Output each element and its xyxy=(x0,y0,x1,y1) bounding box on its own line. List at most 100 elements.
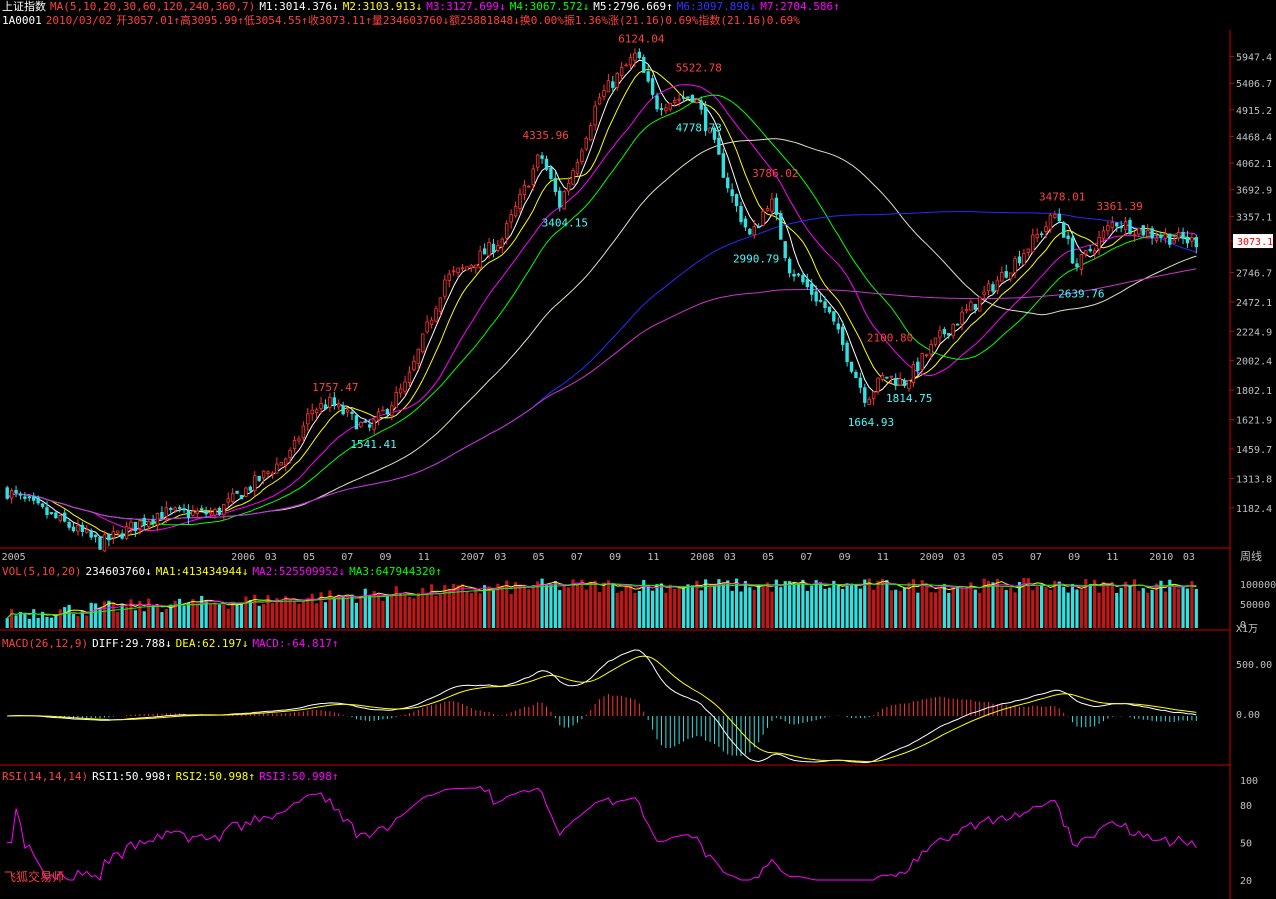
candle-body xyxy=(1154,237,1159,241)
volume-bar xyxy=(491,590,496,628)
volume-bar xyxy=(562,584,566,628)
candle-body xyxy=(257,475,261,481)
rsi-axis-label-3: 20 xyxy=(1240,876,1252,887)
candle-body xyxy=(239,495,244,500)
volume-bar xyxy=(301,599,305,628)
candle-body xyxy=(880,375,885,380)
volume-bar xyxy=(1177,588,1181,628)
rsi-header: RSI(14,14,14) RSI1:50.998↑ RSI2:50.998↑ RSI… xyxy=(2,770,343,783)
volume-bar xyxy=(1168,579,1172,628)
volume-bar xyxy=(394,586,398,628)
candle-body xyxy=(743,218,748,228)
candle-body xyxy=(726,177,730,189)
candle-body xyxy=(531,168,535,185)
volume-bar xyxy=(947,592,951,628)
candle-body xyxy=(978,296,982,312)
volume-bar xyxy=(774,579,778,628)
candle-body xyxy=(155,513,160,526)
candle-body xyxy=(1097,236,1101,250)
candle-body xyxy=(1084,250,1088,255)
candle-body xyxy=(80,524,85,532)
volume-bar xyxy=(270,603,275,628)
volume-header-item-1: 234603760↓ xyxy=(85,565,152,578)
candle-body xyxy=(1061,222,1066,238)
volume-bar xyxy=(89,602,93,628)
volume-bar xyxy=(1101,581,1106,628)
candle-body xyxy=(827,306,832,313)
volume-bar xyxy=(602,582,606,628)
volume-bar xyxy=(1123,581,1128,628)
candle-body xyxy=(275,463,279,474)
candle-body xyxy=(606,80,611,93)
volume-bar xyxy=(1004,590,1008,628)
candle-body xyxy=(964,309,969,312)
candle-body xyxy=(460,267,465,270)
candle-body xyxy=(1106,225,1110,232)
volume-bar xyxy=(712,585,717,628)
volume-bar xyxy=(686,584,690,628)
volume-bar xyxy=(58,609,62,628)
volume-bar xyxy=(155,605,160,628)
volume-bar xyxy=(536,581,540,628)
volume-bar xyxy=(673,589,677,628)
volume-bar xyxy=(668,584,672,628)
volume-bar xyxy=(589,581,593,628)
volume-bar xyxy=(1088,584,1092,628)
candle-body xyxy=(650,78,655,95)
price-annotation-8: 1814.75 xyxy=(886,392,932,405)
time-label-22: 07 xyxy=(1030,552,1042,563)
volume-bar xyxy=(779,587,783,628)
time-label-24: 11 xyxy=(1106,552,1118,563)
volume-bar xyxy=(933,592,938,628)
candle-body xyxy=(619,67,624,76)
candle-body xyxy=(699,100,703,110)
volume-bar xyxy=(770,591,774,628)
candle-body xyxy=(642,56,646,73)
volume-bar xyxy=(646,585,650,628)
volume-bar xyxy=(1150,589,1154,628)
ma10-line xyxy=(6,68,1197,537)
macd-header-item-1: DIFF:29.788↓ xyxy=(92,637,172,650)
candle-body xyxy=(1017,256,1022,264)
candle-body xyxy=(1123,221,1128,231)
volume-bar xyxy=(1181,585,1185,628)
volume-bar xyxy=(726,580,730,628)
candle-body xyxy=(947,333,951,336)
candle-body xyxy=(160,512,164,519)
volume-bar xyxy=(447,588,451,628)
volume-header-item-4: MA3:647944320↑ xyxy=(349,565,442,578)
candle-body xyxy=(810,283,814,295)
candle-body xyxy=(98,536,102,550)
volume-bar xyxy=(611,582,615,628)
volume-bar xyxy=(818,582,823,628)
candle-body xyxy=(482,248,487,255)
price-tick-label-11: 2002.4 xyxy=(1236,357,1272,368)
candle-body xyxy=(169,507,173,510)
candle-body xyxy=(544,158,549,170)
macd-header-item-0: MACD(26,12,9) xyxy=(2,637,89,650)
candle-body xyxy=(1176,232,1181,239)
volume-bar xyxy=(500,586,504,628)
volume-bar xyxy=(876,580,880,628)
volume-bar xyxy=(235,603,239,628)
volume-bar xyxy=(412,598,416,628)
price-tick-label-2: 4915.2 xyxy=(1236,106,1272,117)
candle-body xyxy=(1141,225,1145,236)
candle-body xyxy=(690,94,695,102)
candle-body xyxy=(637,51,642,59)
candle-body xyxy=(920,353,924,370)
candle-body xyxy=(443,279,447,297)
ma-values: M1:3014.376↓ M2:3103.913↓ M3:3127.699↓ M4:3… xyxy=(259,0,843,13)
stock-chart[interactable]: 5947.4 5406.7 4915.2 4468.4 4062.1 3692.9 3357… xyxy=(0,0,1276,899)
volume-bar xyxy=(880,578,885,628)
volume-bar xyxy=(231,601,235,628)
volume-bar xyxy=(1070,584,1075,628)
candle-body xyxy=(133,521,138,531)
candle-body xyxy=(1035,233,1039,239)
volume-bar xyxy=(169,604,173,628)
candle-body xyxy=(173,507,177,511)
price-tick-label-8: 2746.7 xyxy=(1236,268,1272,279)
candle-body xyxy=(363,420,367,423)
candle-body xyxy=(562,191,566,210)
price-tick-label-15: 1313.8 xyxy=(1236,474,1272,485)
